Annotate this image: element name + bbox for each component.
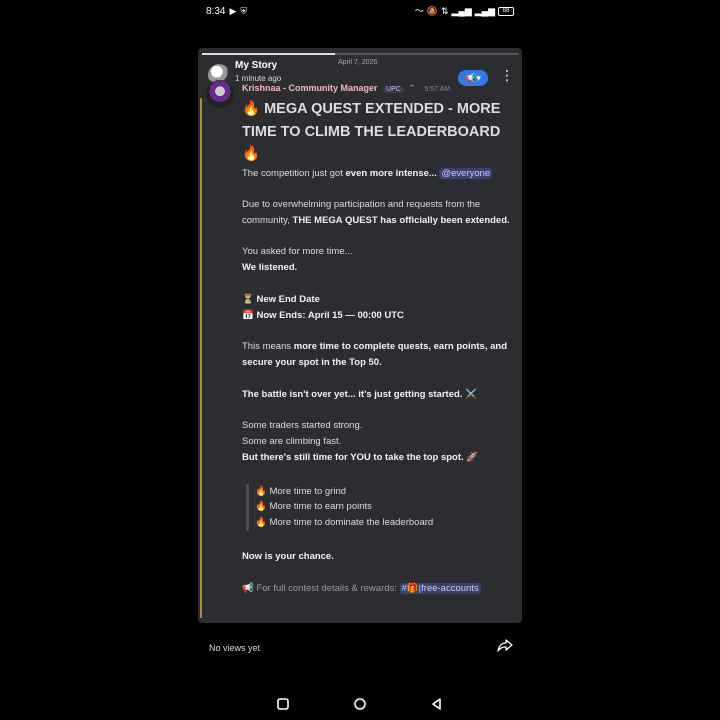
paragraph-5: This means more time to complete quests,… (242, 341, 508, 369)
quote-line: 🔥 More time to grind (255, 485, 347, 497)
story-date: April 7, 2026 (338, 59, 378, 66)
paragraph-3-bold: We listened. (242, 262, 298, 274)
paragraph-3: You asked for more time... (242, 246, 353, 258)
data-icon: ⇅ (440, 6, 449, 16)
chevron-icon: ⌃ (408, 83, 416, 93)
everyone-mention[interactable]: @everyone (439, 167, 493, 179)
media-icon: ▶ (229, 6, 237, 16)
message-time: 5:57 AM (424, 86, 451, 93)
paragraph-7a: Some traders started strong. (242, 420, 363, 432)
battery-icon: 88 (498, 6, 514, 16)
back-button[interactable] (430, 697, 444, 711)
story-progress-fill (202, 53, 335, 55)
story-time: 1 minute ago (235, 74, 282, 83)
quote-block: 🔥 More time to grind 🔥 More time to earn… (246, 483, 517, 532)
mute-icon: 🔕 (426, 6, 438, 16)
now-ends: 📅 Now Ends: April 15 — 00:00 UTC (242, 309, 404, 321)
author-name: Krishnaa - Community Manager (242, 83, 378, 93)
status-bar: 8:34 ▶ ⛨ 〜 🔕 ⇅ ▂▄▆ ▂▄▆ 88 (200, 0, 520, 22)
share-icon[interactable] (497, 638, 513, 654)
closing-line: Now is your chance. (242, 551, 334, 563)
role-badge: UPC (383, 86, 404, 93)
message-header: Krishnaa - Community Manager UPC ⌃ 5:57 … (242, 83, 450, 94)
quote-line: 🔥 More time to dominate the leaderboard (255, 517, 434, 529)
message-accent-bar (200, 98, 202, 618)
author-avatar (206, 80, 234, 108)
recents-button[interactable] (276, 697, 290, 711)
signal-icon: ▂▄▆ (451, 6, 472, 16)
views-count: No views yet (209, 643, 261, 653)
new-end-label: ⏳ New End Date (242, 293, 320, 305)
speaker-icon: 📢▾ (465, 73, 481, 83)
home-button[interactable] (353, 697, 367, 711)
story-progress-bar (202, 53, 518, 55)
more-options-icon[interactable]: ⋮ (500, 68, 514, 82)
sound-toggle-button[interactable]: 📢▾ (458, 70, 488, 86)
message-content: 🔥 MEGA QUEST EXTENDED - MORE TIME TO CLI… (242, 98, 517, 596)
paragraph-7b: Some are climbing fast. (242, 436, 342, 448)
paragraph-7c: But there's still time for YOU to take t… (242, 451, 479, 463)
story-viewer[interactable]: My Story 1 minute ago April 7, 2026 📢▾ ⋮… (198, 48, 522, 623)
paragraph-6: The battle isn't over yet... it's just g… (242, 388, 477, 400)
paragraph-1: The competition just got even more inten… (242, 167, 493, 179)
story-title[interactable]: My Story (235, 60, 277, 71)
shield-icon: ⛨ (240, 6, 248, 16)
clock: 8:34 (206, 5, 226, 17)
channel-link[interactable]: #🎁|free-accounts (399, 582, 481, 594)
signal-icon: ▂▄▆ (474, 6, 495, 16)
paragraph-2: Due to overwhelming participation and re… (242, 199, 510, 226)
sound-icon: 〜 (414, 6, 424, 16)
footer-line: 📢 For full contest details & rewards: #🎁… (242, 582, 481, 594)
headline: 🔥 MEGA QUEST EXTENDED - MORE TIME TO CLI… (242, 101, 501, 162)
quote-line: 🔥 More time to earn points (255, 501, 372, 513)
